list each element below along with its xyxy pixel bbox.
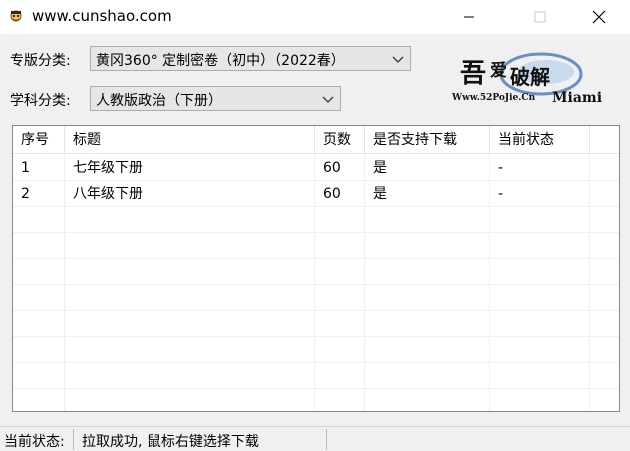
empty-row: [13, 363, 619, 389]
column-header-pages[interactable]: 页数: [315, 126, 365, 154]
edition-select-value: 黄冈360° 定制密卷（初中）（2022春）: [96, 53, 345, 69]
column-header-downloadable[interactable]: 是否支持下载: [365, 126, 490, 154]
maximize-button[interactable]: [517, 0, 563, 34]
status-separator: [73, 429, 74, 450]
table-row[interactable]: 1 七年级下册 60 是 -: [13, 155, 619, 181]
edition-label: 专版分类:: [10, 53, 71, 69]
cell-title: 七年级下册: [65, 155, 315, 181]
svg-text:爱: 爱: [490, 60, 507, 81]
empty-row: [13, 311, 619, 337]
svg-text:Www.52PoJie.Cn: Www.52PoJie.Cn: [451, 93, 536, 103]
close-button[interactable]: [576, 0, 622, 34]
minimize-icon: [464, 16, 474, 18]
empty-row: [13, 285, 619, 311]
subject-select[interactable]: 人教版政治（下册）: [90, 86, 341, 111]
close-icon: [592, 10, 606, 24]
status-bar: 当前状态: 拉取成功, 鼠标右键选择下载: [0, 426, 630, 451]
subject-select-value: 人教版政治（下册）: [96, 93, 222, 109]
column-header-title[interactable]: 标题: [65, 126, 315, 154]
status-separator: [326, 429, 327, 450]
svg-text:Miami: Miami: [552, 90, 602, 106]
cell-downloadable: 是: [365, 181, 490, 207]
empty-row: [13, 389, 619, 411]
cell-status: -: [490, 181, 590, 207]
course-list[interactable]: 序号 标题 页数 是否支持下载 当前状态 1 七年级下册 60 是 - 2 八年…: [12, 125, 620, 412]
column-header-status[interactable]: 当前状态: [490, 126, 590, 154]
52pojie-logo: 吾 爱 破解 Www.52PoJie.Cn Miami: [451, 52, 602, 106]
minimize-button[interactable]: [446, 0, 492, 34]
empty-row: [13, 259, 619, 285]
chevron-down-icon: [392, 56, 404, 63]
cell-pages: 60: [315, 181, 365, 207]
status-message: 拉取成功, 鼠标右键选择下载: [82, 434, 259, 450]
cell-pages: 60: [315, 155, 365, 181]
table-row[interactable]: 2 八年级下册 60 是 -: [13, 181, 619, 207]
title-bar: www.cunshao.com: [0, 0, 630, 34]
cell-title: 八年级下册: [65, 181, 315, 207]
empty-row: [13, 337, 619, 363]
maximize-icon: [534, 11, 546, 23]
window-title: www.cunshao.com: [32, 7, 172, 25]
empty-row: [13, 207, 619, 233]
app-mascot-icon: [10, 10, 22, 22]
cell-status: -: [490, 155, 590, 181]
svg-text:吾: 吾: [460, 59, 486, 89]
cell-downloadable: 是: [365, 155, 490, 181]
subject-label: 学科分类:: [10, 93, 71, 109]
empty-row: [13, 233, 619, 259]
chevron-down-icon: [322, 96, 334, 103]
status-label: 当前状态:: [4, 434, 65, 450]
cell-index: 1: [13, 155, 65, 181]
cell-index: 2: [13, 181, 65, 207]
edition-select[interactable]: 黄冈360° 定制密卷（初中）（2022春）: [90, 46, 411, 71]
list-header: 序号 标题 页数 是否支持下载 当前状态: [13, 126, 619, 154]
column-header-index[interactable]: 序号: [13, 126, 65, 154]
svg-text:破解: 破解: [510, 65, 550, 89]
